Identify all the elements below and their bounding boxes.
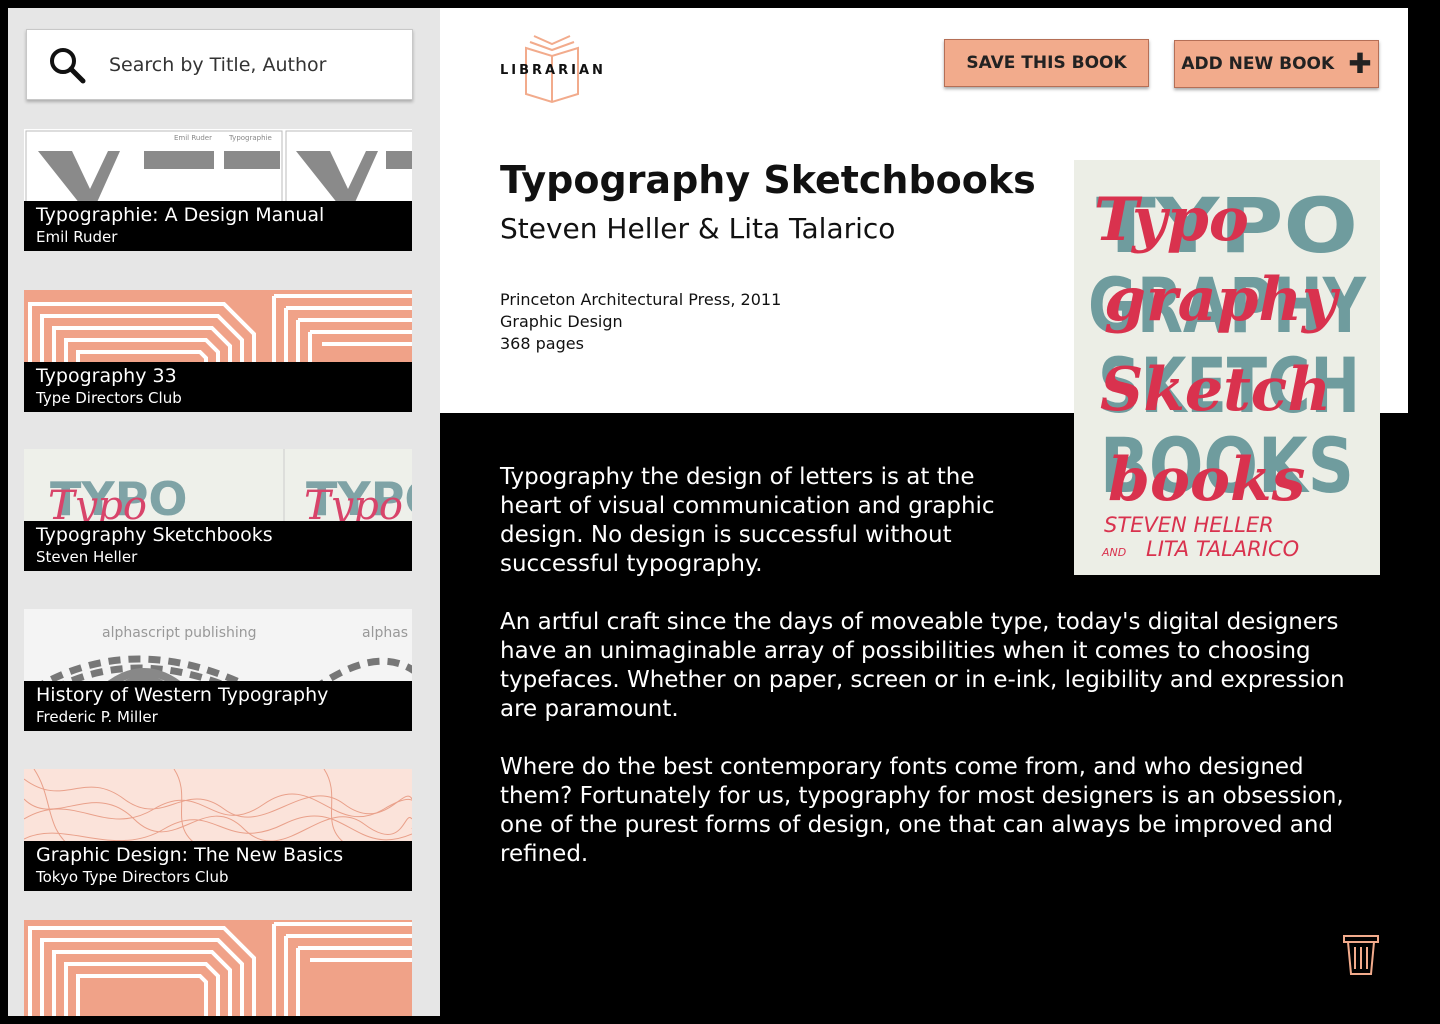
- book-title: Typography 33: [36, 365, 177, 387]
- book-title: History of Western Typography: [36, 684, 329, 706]
- add-button-label: ADD NEW BOOK: [1181, 54, 1335, 74]
- book-author: Steven Heller: [36, 548, 138, 566]
- book-caption: History of Western Typography Frederic P…: [24, 681, 412, 731]
- save-book-button[interactable]: SAVE THIS BOOK: [944, 39, 1149, 87]
- book-authors: Steven Heller & Lita Talarico: [500, 212, 896, 245]
- svg-text:Typo: Typo: [1094, 185, 1249, 255]
- logo[interactable]: LIBRARIAN: [500, 34, 620, 104]
- book-card-typographie[interactable]: Emil Ruder Typographie Typographie: A De…: [24, 129, 412, 251]
- description-paragraph: An artful craft since the days of moveab…: [500, 609, 1345, 722]
- book-author: Frederic P. Miller: [36, 708, 158, 726]
- book-card-graphic-design-new-basics[interactable]: Graphic Design: The New Basics Tokyo Typ…: [24, 769, 412, 891]
- book-author: Tokyo Type Directors Club: [36, 868, 229, 886]
- save-button-label: SAVE THIS BOOK: [966, 53, 1127, 73]
- add-new-book-button[interactable]: ADD NEW BOOK ✚: [1174, 40, 1379, 88]
- book-card-history-western-typography[interactable]: alphascript publishing alphas History of…: [24, 609, 412, 731]
- trash-icon[interactable]: [1342, 932, 1380, 976]
- book-caption: Typography 33 Type Directors Club: [24, 362, 412, 412]
- book-pages: 368 pages: [500, 334, 584, 353]
- svg-text:alphascript publishing: alphascript publishing: [102, 625, 257, 641]
- book-publisher: Princeton Architectural Press, 2011: [500, 290, 782, 309]
- svg-text:alphas: alphas: [362, 625, 408, 641]
- book-card-typography-sketchbooks[interactable]: TYPO TYPO Typo Typo Typography Sketchboo…: [24, 449, 412, 571]
- book-caption: Typography Sketchbooks Steven Heller: [24, 521, 412, 571]
- book-title: Typography Sketchbooks: [36, 524, 273, 546]
- sidebar: Emil Ruder Typographie Typographie: A De…: [8, 8, 440, 1016]
- book-author: Type Directors Club: [36, 389, 182, 407]
- svg-text:graphy: graphy: [1104, 265, 1341, 335]
- search-box[interactable]: [26, 29, 413, 100]
- logo-wordmark: LIBRARIAN: [500, 63, 606, 78]
- book-title: Graphic Design: The New Basics: [36, 844, 344, 866]
- description-paragraph: Typography the design of letters is at t…: [500, 464, 995, 577]
- book-thumbnail: [24, 920, 412, 1016]
- book-title: Typographie: A Design Manual: [36, 204, 325, 226]
- book-author: Emil Ruder: [36, 228, 118, 246]
- search-icon: [50, 47, 86, 83]
- book-description: Typography the design of letters is at t…: [500, 463, 1380, 898]
- book-card-partial[interactable]: [24, 920, 412, 1016]
- book-category: Graphic Design: [500, 312, 623, 331]
- plus-icon: ✚: [1348, 47, 1372, 80]
- book-card-typography-33[interactable]: Typography 33 Type Directors Club: [24, 290, 412, 412]
- book-caption: Graphic Design: The New Basics Tokyo Typ…: [24, 841, 412, 891]
- svg-text:Typographie: Typographie: [228, 134, 272, 142]
- book-meta: Princeton Architectural Press, 2011 Grap…: [500, 289, 781, 355]
- svg-text:Emil Ruder: Emil Ruder: [174, 134, 212, 142]
- book-caption: Typographie: A Design Manual Emil Ruder: [24, 201, 412, 251]
- description-paragraph: Where do the best contemporary fonts com…: [500, 754, 1344, 867]
- svg-text:Sketch: Sketch: [1100, 355, 1331, 425]
- book-title: Typography Sketchbooks: [500, 158, 1036, 202]
- search-input[interactable]: [109, 53, 389, 76]
